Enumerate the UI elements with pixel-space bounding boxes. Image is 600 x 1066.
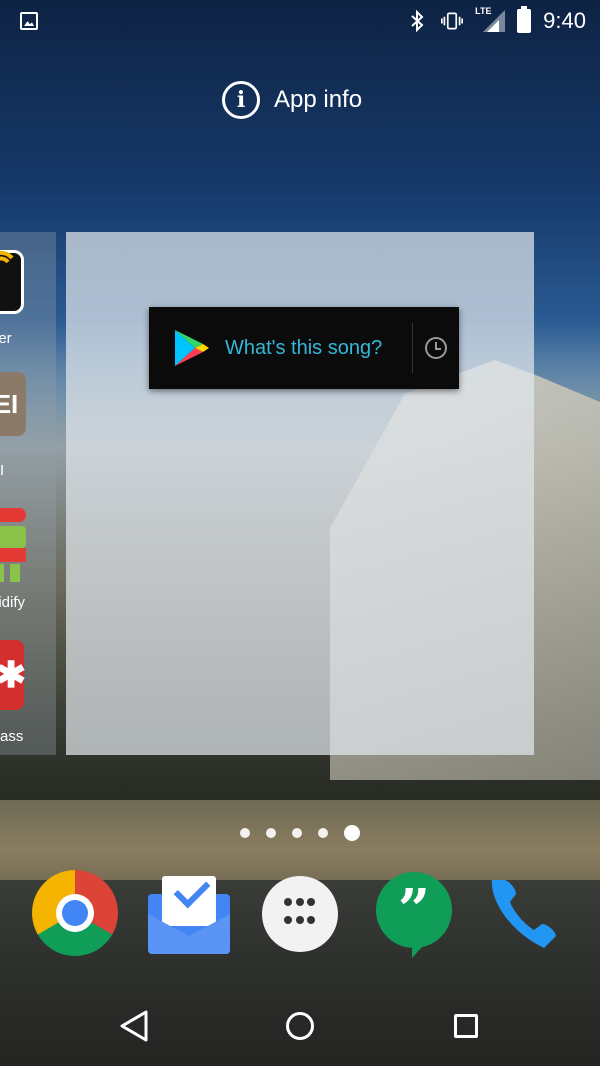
vibrate-icon <box>441 8 464 34</box>
navigation-bar <box>0 986 600 1066</box>
page-dot[interactable] <box>318 828 328 838</box>
page-dot[interactable] <box>240 828 250 838</box>
app-drawer-icon[interactable] <box>262 876 338 952</box>
previous-home-page-preview[interactable]: ger EI EI oidify ✱ Pass <box>0 232 56 755</box>
back-icon <box>120 1010 148 1042</box>
home-icon <box>286 1012 314 1040</box>
asterisk-glyph: ✱ <box>0 654 27 695</box>
status-bar: LTE 9:40 <box>0 0 600 44</box>
lte-signal-icon: LTE <box>475 6 506 34</box>
page-indicator <box>240 825 360 841</box>
widget-divider <box>412 323 413 373</box>
app-info-label: App info <box>274 86 363 113</box>
bluetooth-icon <box>407 8 429 34</box>
shortcut-label: oidify <box>0 594 26 611</box>
inbox-icon[interactable] <box>144 870 230 956</box>
dock: ” <box>0 870 600 962</box>
hangouts-quote-glyph: ” <box>397 877 431 943</box>
shortcut-label: ger <box>0 330 12 347</box>
image-notification-icon <box>20 12 38 30</box>
page-dot[interactable] <box>292 828 302 838</box>
android-app-icon <box>0 508 26 582</box>
shortcut-label: EI <box>0 462 5 479</box>
info-icon: i <box>222 81 260 119</box>
chrome-icon[interactable] <box>32 870 118 956</box>
app-info-drop-target[interactable]: i App info <box>222 78 362 122</box>
page-dot[interactable] <box>266 828 276 838</box>
page-dot-active[interactable] <box>344 825 360 841</box>
battery-icon <box>517 6 532 33</box>
sound-search-widget[interactable]: What's this song? <box>149 307 459 389</box>
widget-label: What's this song? <box>225 336 383 359</box>
shortcut-label: Pass <box>0 728 24 745</box>
phone-icon[interactable] <box>484 870 570 956</box>
home-button[interactable] <box>280 1006 320 1046</box>
recents-icon <box>454 1014 478 1038</box>
ei-app-icon: EI <box>0 372 26 436</box>
clock-time: 9:40 <box>543 8 586 33</box>
google-play-icon <box>175 330 209 366</box>
recents-button[interactable] <box>446 1006 486 1046</box>
back-button[interactable] <box>116 1006 156 1046</box>
clock-icon[interactable] <box>425 337 447 359</box>
wifi-arc-icon <box>0 250 14 264</box>
hangouts-icon[interactable]: ” <box>372 870 458 958</box>
